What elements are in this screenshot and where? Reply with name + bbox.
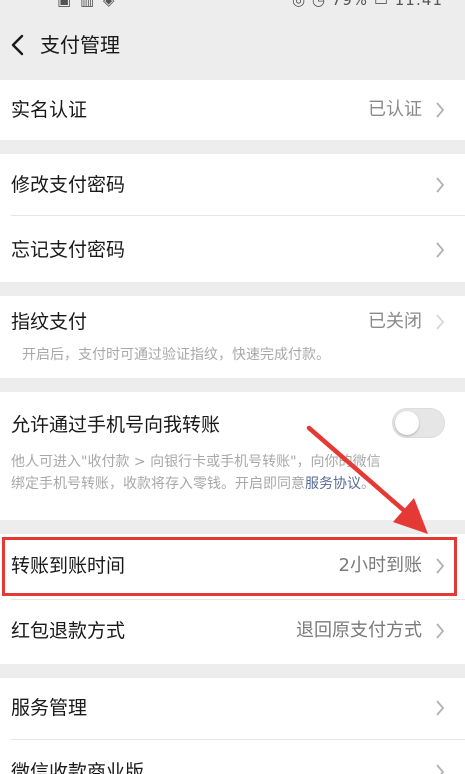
chevron-right-icon — [436, 177, 445, 193]
status-bar-left-icons: ▣ ▥ ◈ — [57, 0, 117, 9]
phone-transfer-row: 允许通过手机号向我转账 他人可进入"收付款 > 向银行卡或手机号转账"，向你的微… — [0, 392, 465, 520]
fingerprint-pay-desc: 开启后，支付时可通过验证指纹，快速完成付款。 — [22, 347, 330, 363]
real-name-row[interactable]: 实名认证 已认证 — [0, 80, 465, 140]
forgot-password-row[interactable]: 忘记支付密码 — [0, 216, 465, 282]
chevron-right-icon — [436, 242, 445, 258]
service-agreement-link[interactable]: 服务协议 — [305, 476, 361, 492]
fingerprint-pay-row[interactable]: 指纹支付 已关闭 开启后，支付时可通过验证指纹，快速完成付款。 — [0, 296, 465, 378]
fingerprint-pay-label: 指纹支付 — [11, 311, 88, 333]
chevron-left-icon[interactable] — [7, 32, 29, 58]
forgot-password-label: 忘记支付密码 — [11, 239, 126, 261]
change-password-row[interactable]: 修改支付密码 — [0, 154, 465, 216]
phone-transfer-label: 允许通过手机号向我转账 — [11, 414, 221, 436]
phone-transfer-desc-line2: 绑定手机号转账，收款将存入零钱。开启即同意服务协议。 — [11, 473, 451, 495]
real-name-status: 已认证 — [368, 99, 422, 120]
wechat-business-row[interactable]: 微信收款商业版 — [0, 740, 465, 774]
transfer-time-label: 转账到账时间 — [11, 555, 126, 577]
redpacket-refund-value: 退回原支付方式 — [296, 620, 422, 641]
toggle-knob — [395, 411, 419, 435]
redpacket-refund-row[interactable]: 红包退款方式 退回原支付方式 — [0, 600, 465, 664]
nav-bar: 支付管理 — [0, 10, 465, 80]
phone-transfer-desc-text: 绑定手机号转账，收款将存入零钱。开启即同意 — [11, 476, 305, 492]
transfer-time-row[interactable]: 转账到账时间 2小时到账 — [0, 534, 465, 600]
chevron-right-icon — [436, 558, 445, 574]
fingerprint-pay-status: 已关闭 — [368, 311, 422, 332]
chevron-right-icon — [436, 102, 445, 118]
real-name-label: 实名认证 — [11, 99, 88, 121]
wechat-business-label: 微信收款商业版 — [11, 761, 145, 774]
service-manage-label: 服务管理 — [11, 697, 88, 719]
transfer-time-value: 2小时到账 — [338, 555, 422, 576]
phone-transfer-desc-line1: 他人可进入"收付款 > 向银行卡或手机号转账"，向你的微信 — [11, 454, 381, 470]
phone-transfer-desc-end: 。 — [361, 476, 375, 492]
chevron-right-icon — [436, 764, 445, 774]
status-bar: ▣ ▥ ◈ ◎ ◷ 79% ▭ 11:41 — [0, 0, 465, 10]
service-manage-row[interactable]: 服务管理 — [0, 678, 465, 740]
redpacket-refund-label: 红包退款方式 — [11, 620, 126, 642]
page-title: 支付管理 — [40, 33, 120, 57]
change-password-label: 修改支付密码 — [11, 174, 126, 196]
chevron-right-icon — [436, 623, 445, 639]
chevron-right-icon — [436, 314, 445, 330]
phone-transfer-toggle[interactable] — [392, 408, 445, 438]
status-bar-right: ◎ ◷ 79% ▭ 11:41 — [292, 0, 443, 9]
chevron-right-icon — [436, 700, 445, 716]
